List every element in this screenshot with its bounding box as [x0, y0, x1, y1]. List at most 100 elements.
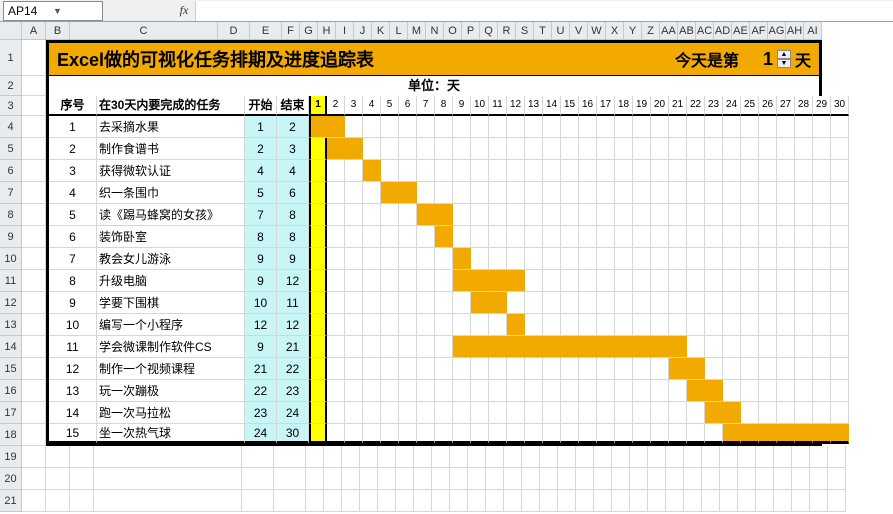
empty-cell[interactable]: [94, 446, 242, 468]
empty-cell[interactable]: [94, 468, 242, 490]
gantt-cell[interactable]: [453, 292, 471, 314]
empty-cell[interactable]: [274, 468, 306, 490]
empty-cell[interactable]: [522, 468, 540, 490]
gantt-cell[interactable]: [813, 402, 831, 424]
empty-cell[interactable]: [828, 446, 846, 468]
empty-cell[interactable]: [486, 490, 504, 512]
col-header[interactable]: G: [300, 22, 318, 40]
gantt-cell[interactable]: [687, 292, 705, 314]
gantt-cell[interactable]: [633, 138, 651, 160]
gantt-cell[interactable]: [831, 314, 849, 336]
gantt-cell[interactable]: [345, 138, 363, 160]
gantt-cell[interactable]: [615, 402, 633, 424]
gantt-cell[interactable]: [543, 182, 561, 204]
gantt-cell[interactable]: [615, 138, 633, 160]
gantt-cell[interactable]: [543, 204, 561, 226]
empty-cell[interactable]: [630, 446, 648, 468]
gantt-cell[interactable]: [507, 314, 525, 336]
gantt-cell[interactable]: [831, 138, 849, 160]
gantt-cell[interactable]: [453, 138, 471, 160]
empty-cell[interactable]: [756, 446, 774, 468]
gantt-cell[interactable]: [633, 314, 651, 336]
gantt-cell[interactable]: [435, 402, 453, 424]
empty-cell[interactable]: [46, 446, 70, 468]
row-header[interactable]: 5: [0, 138, 22, 160]
gantt-cell[interactable]: [705, 270, 723, 292]
gantt-cell[interactable]: [561, 226, 579, 248]
cell-task[interactable]: 装饰卧室: [97, 226, 245, 248]
gantt-cell[interactable]: [759, 226, 777, 248]
empty-cell[interactable]: [648, 446, 666, 468]
empty-cell[interactable]: [648, 468, 666, 490]
gantt-cell[interactable]: [489, 270, 507, 292]
name-box-dropdown-icon[interactable]: ▼: [53, 6, 98, 16]
gantt-cell[interactable]: [525, 314, 543, 336]
gantt-cell[interactable]: [363, 138, 381, 160]
gantt-cell[interactable]: [561, 314, 579, 336]
gantt-cell[interactable]: [579, 226, 597, 248]
cell-task[interactable]: 玩一次蹦极: [97, 380, 245, 402]
gantt-cell[interactable]: [561, 424, 579, 444]
gantt-cell[interactable]: [759, 248, 777, 270]
empty-cell[interactable]: [594, 468, 612, 490]
gantt-cell[interactable]: [525, 358, 543, 380]
empty-cell[interactable]: [70, 490, 94, 512]
gantt-cell[interactable]: [489, 424, 507, 444]
gantt-cell[interactable]: [615, 292, 633, 314]
gantt-cell[interactable]: [435, 314, 453, 336]
gantt-cell[interactable]: [795, 336, 813, 358]
gantt-cell[interactable]: [831, 182, 849, 204]
gantt-cell[interactable]: [777, 226, 795, 248]
gantt-cell[interactable]: [309, 402, 327, 424]
empty-cell[interactable]: [504, 446, 522, 468]
row-header[interactable]: 16: [0, 380, 22, 402]
gantt-cell[interactable]: [363, 380, 381, 402]
gantt-cell[interactable]: [417, 336, 435, 358]
gantt-cell[interactable]: [525, 204, 543, 226]
gantt-cell[interactable]: [327, 380, 345, 402]
gantt-cell[interactable]: [471, 358, 489, 380]
gantt-cell[interactable]: [327, 336, 345, 358]
gantt-cell[interactable]: [381, 116, 399, 138]
gantt-cell[interactable]: [795, 314, 813, 336]
gantt-cell[interactable]: [399, 138, 417, 160]
empty-cell[interactable]: [396, 468, 414, 490]
gantt-cell[interactable]: [813, 292, 831, 314]
gantt-cell[interactable]: [741, 424, 759, 444]
gantt-cell[interactable]: [507, 270, 525, 292]
gantt-cell[interactable]: [543, 358, 561, 380]
empty-cell[interactable]: [792, 490, 810, 512]
cell-task[interactable]: 获得微软认证: [97, 160, 245, 182]
empty-cell[interactable]: [274, 490, 306, 512]
gantt-cell[interactable]: [597, 226, 615, 248]
gantt-cell[interactable]: [543, 270, 561, 292]
gantt-cell[interactable]: [309, 424, 327, 444]
gantt-cell[interactable]: [651, 424, 669, 444]
gantt-cell[interactable]: [741, 248, 759, 270]
col-header[interactable]: O: [444, 22, 462, 40]
gantt-cell[interactable]: [489, 226, 507, 248]
gantt-cell[interactable]: [525, 270, 543, 292]
row-header[interactable]: 6: [0, 160, 22, 182]
gantt-cell[interactable]: [651, 380, 669, 402]
gantt-cell[interactable]: [633, 182, 651, 204]
gantt-cell[interactable]: [705, 204, 723, 226]
gantt-cell[interactable]: [471, 226, 489, 248]
col-header[interactable]: D: [218, 22, 250, 40]
gantt-cell[interactable]: [579, 270, 597, 292]
gantt-cell[interactable]: [345, 314, 363, 336]
cell-start[interactable]: 5: [245, 182, 277, 204]
gantt-cell[interactable]: [759, 402, 777, 424]
gantt-cell[interactable]: [345, 204, 363, 226]
gantt-cell[interactable]: [759, 160, 777, 182]
gantt-cell[interactable]: [381, 270, 399, 292]
gantt-cell[interactable]: [687, 182, 705, 204]
gantt-cell[interactable]: [723, 380, 741, 402]
cell-end[interactable]: 12: [277, 314, 309, 336]
empty-cell[interactable]: [702, 468, 720, 490]
empty-cell[interactable]: [468, 468, 486, 490]
gantt-cell[interactable]: [471, 182, 489, 204]
gantt-cell[interactable]: [417, 358, 435, 380]
gantt-cell[interactable]: [489, 116, 507, 138]
gantt-cell[interactable]: [561, 248, 579, 270]
